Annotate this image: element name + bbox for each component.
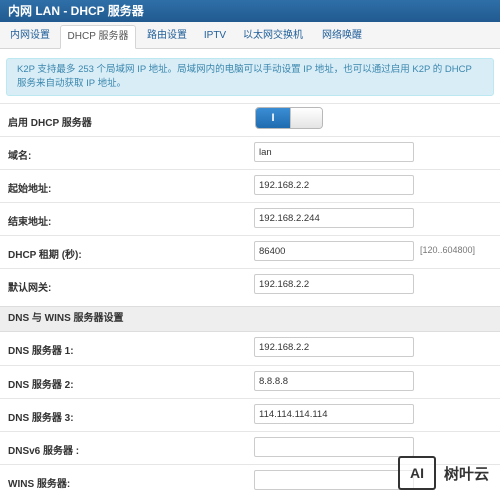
row-gateway: 默认网关: bbox=[0, 268, 500, 301]
gateway-label: 默认网关: bbox=[8, 283, 52, 294]
tab-routing[interactable]: 路由设置 bbox=[140, 25, 194, 49]
row-end-ip: 结束地址: bbox=[0, 202, 500, 235]
dns3-input[interactable] bbox=[254, 404, 414, 424]
dnsv6-input[interactable] bbox=[254, 437, 414, 457]
row-lease: DHCP 租期 (秒): [120..604800] bbox=[0, 235, 500, 268]
wins-input[interactable] bbox=[254, 470, 414, 490]
start-ip-label: 起始地址: bbox=[8, 184, 52, 195]
row-dns2: DNS 服务器 2: bbox=[0, 365, 500, 398]
wins-label: WINS 服务器: bbox=[8, 479, 71, 490]
domain-input[interactable] bbox=[254, 142, 414, 162]
tab-wake-on-lan[interactable]: 网络唤醒 bbox=[314, 25, 370, 49]
gateway-input[interactable] bbox=[254, 274, 414, 294]
start-ip-input[interactable] bbox=[254, 175, 414, 195]
dns-wins-section-header: DNS 与 WINS 服务器设置 bbox=[0, 306, 500, 332]
lease-range-hint: [120..604800] bbox=[420, 245, 476, 255]
dns1-input[interactable] bbox=[254, 337, 414, 357]
toggle-on-indicator: I bbox=[256, 108, 290, 128]
row-dns1: DNS 服务器 1: bbox=[0, 332, 500, 365]
tab-ethernet-switch[interactable]: 以太网交换机 bbox=[236, 25, 310, 49]
dnsv6-label: DNSv6 服务器 : bbox=[8, 446, 80, 457]
row-domain: 域名: bbox=[0, 136, 500, 169]
tab-dhcp-server[interactable]: DHCP 服务器 bbox=[60, 25, 136, 49]
dns1-label: DNS 服务器 1: bbox=[8, 346, 74, 357]
lease-input[interactable] bbox=[254, 241, 414, 261]
lease-label: DHCP 租期 (秒): bbox=[8, 250, 82, 261]
info-alert: K2P 支持最多 253 个局域网 IP 地址。局域网内的电脑可以手动设置 IP… bbox=[6, 58, 494, 96]
end-ip-input[interactable] bbox=[254, 208, 414, 228]
row-enable-dhcp: 启用 DHCP 服务器 I bbox=[0, 103, 500, 136]
end-ip-label: 结束地址: bbox=[8, 217, 52, 228]
watermark-ai-icon: AI bbox=[398, 456, 436, 490]
window-title: 内网 LAN - DHCP 服务器 bbox=[0, 0, 500, 22]
dns2-label: DNS 服务器 2: bbox=[8, 380, 74, 391]
tab-bar: 内网设置 DHCP 服务器 路由设置 IPTV 以太网交换机 网络唤醒 bbox=[0, 22, 500, 49]
toggle-knob[interactable] bbox=[290, 108, 322, 128]
tab-iptv[interactable]: IPTV bbox=[198, 25, 232, 49]
row-dns3: DNS 服务器 3: bbox=[0, 398, 500, 431]
watermark-logo: AI 树叶云 bbox=[398, 456, 496, 492]
tab-lan-settings[interactable]: 内网设置 bbox=[4, 25, 56, 49]
enable-dhcp-toggle[interactable]: I bbox=[255, 107, 323, 129]
watermark-text: 树叶云 bbox=[444, 466, 490, 483]
dns3-label: DNS 服务器 3: bbox=[8, 413, 74, 424]
row-start-ip: 起始地址: bbox=[0, 169, 500, 202]
enable-dhcp-label: 启用 DHCP 服务器 bbox=[8, 118, 92, 129]
dns2-input[interactable] bbox=[254, 371, 414, 391]
domain-label: 域名: bbox=[8, 151, 32, 162]
